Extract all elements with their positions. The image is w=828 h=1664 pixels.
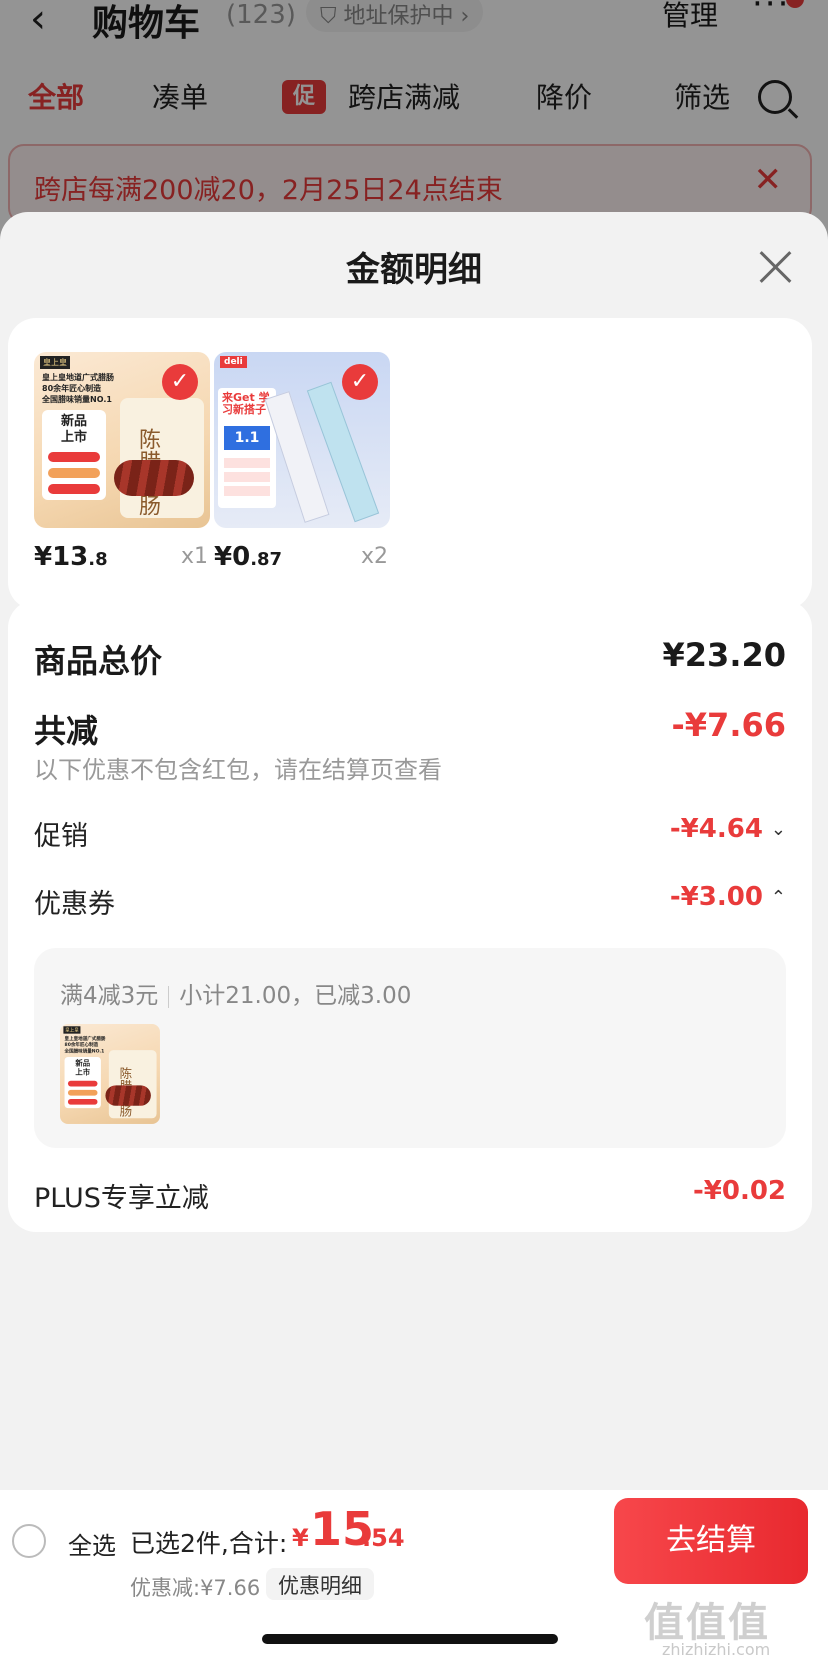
product-qty: x1 [180,544,208,569]
product-image-line: 80余年匠心制造 [42,384,102,393]
discount-summary: 优惠减:¥7.66 [130,1576,261,1600]
product-image: 皇上皇 皇上皇地道广式腊肠 80余年匠心制造 全国腊味销量NO.1 新品 上市 … [34,352,210,528]
watermark-url: zhizhizhi.com [662,1640,771,1659]
close-icon[interactable] [756,246,796,286]
product-image-line: 皇上皇地道广式腊肠 [42,373,114,382]
coupon-label: 优惠券 [34,889,115,920]
new-arrival-box: 新品 上市 [64,1056,101,1109]
decor-pill [67,1098,98,1105]
product-image: deli 来Get 学习新搭子 1.1 ✓ [214,352,390,528]
sausage-graphic [105,1085,151,1106]
coupon-product-thumbnail: 皇上皇 皇上皇地道广式腊肠 80余年匠心制造 全国腊味销量NO.1 新品 上市 … [60,1024,160,1124]
coupon-value-wrap: -¥3.00 ⌃ [670,882,786,912]
coupon-info: 满4减3元 小计21.00，已减3.00 [60,976,411,1010]
price-decimal: .87 [250,549,283,570]
decor-pill [48,452,100,462]
coupon-detail-box: 满4减3元 小计21.00，已减3.00 皇上皇 皇上皇地道广式腊肠 80余年匠心… [34,948,786,1148]
plus-discount-value: -¥0.02 [692,1176,786,1206]
new-arrival-text: 新品 上市 [60,414,87,445]
decor-line [224,486,270,496]
total-price-value: ¥23.20 [662,636,786,674]
promo-value-wrap: -¥4.64 ⌄ [670,814,786,844]
home-indicator[interactable] [262,1634,558,1644]
coupon-rule: 满4减3元 [60,983,159,1009]
product-brand-label: 皇上皇 [63,1026,81,1034]
sheet-title: 金额明细 [346,250,482,290]
product-package: 陈腊皮肠 [120,398,204,518]
product-price: ¥13.8 [34,542,108,572]
price-detail-sheet: 金额明细 皇上皇 皇上皇地道广式腊肠 80余年匠心制造 全国腊味销量NO.1 新… [0,212,828,1664]
promo-label: 促销 [34,821,88,852]
plus-discount-label: PLUS专享立减 [34,1183,209,1214]
new-arrival-text: 新品 上市 [75,1059,91,1077]
reduce-total-label: 共减 [34,712,99,750]
product-image-copy: 皇上皇地道广式腊肠 80余年匠心制造 全国腊味销量NO.1 [65,1035,106,1054]
check-icon: ✓ [342,364,378,400]
price-integer: ¥0 [214,542,251,572]
coupon-value: -¥3.00 [669,882,763,912]
decor-line [224,472,270,482]
total-currency: ¥ [292,1524,309,1552]
promo-value: -¥4.64 [669,814,763,844]
select-all-label[interactable]: 全选 [68,1526,116,1561]
selected-products-card: 皇上皇 皇上皇地道广式腊肠 80余年匠心制造 全国腊味销量NO.1 新品 上市 … [8,318,812,610]
coupon-subtotal: 小计21.00，已减3.00 [179,983,412,1009]
checkout-bar: 全选 已选2件,合计: ¥ 15 .54 优惠减:¥7.66 优惠明细 去结算 … [0,1490,828,1664]
decor-pill [48,468,100,478]
amount-detail-card: 商品总价 ¥23.20 共减 -¥7.66 以下优惠不包含红包，请在结算页查看 … [8,600,812,1232]
new-arrival-box: 新品 上市 [42,410,106,500]
product-image: 皇上皇 皇上皇地道广式腊肠 80余年匠心制造 全国腊味销量NO.1 新品 上市 … [60,1024,160,1124]
selected-count-text: 已选2件,合计: [130,1529,288,1558]
decor-pill [67,1089,98,1096]
product-image-line: 全国腊味销量NO.1 [64,1048,105,1054]
product-brand-label: 皇上皇 [40,356,70,369]
checkout-button[interactable]: 去结算 [614,1498,808,1584]
product-price: ¥0.87 [214,542,282,572]
price-decimal: .8 [88,549,108,570]
total-amount-decimal: .54 [362,1524,405,1552]
modal-overlay[interactable] [0,0,828,240]
product-qty: x2 [360,544,388,569]
product-image-line: 全国腊味销量NO.1 [42,395,112,404]
select-all-checkbox[interactable] [12,1524,46,1558]
discount-detail-button[interactable]: 优惠明细 [266,1568,374,1600]
product-number: 1.1 [224,426,270,450]
product-brand-label: deli [220,356,247,368]
chevron-up-icon[interactable]: ⌃ [771,887,786,908]
decor-line [224,458,270,468]
total-price-label: 商品总价 [34,642,163,680]
product-package: 陈腊皮肠 [108,1050,157,1119]
decor-pill [48,484,100,494]
product-headline: 来Get 学习新搭子 [222,391,270,416]
chevron-down-icon[interactable]: ⌄ [771,819,786,840]
sausage-graphic [114,460,194,496]
reduce-total-value: -¥7.66 [671,706,787,744]
check-icon: ✓ [162,364,198,400]
price-integer: ¥13 [34,542,89,572]
decor-pill [67,1080,98,1087]
product-image-copy: 皇上皇地道广式腊肠 80余年匠心制造 全国腊味销量NO.1 [42,372,114,405]
divider [168,985,170,1008]
reduce-note: 以下优惠不包含红包，请在结算页查看 [34,756,442,784]
